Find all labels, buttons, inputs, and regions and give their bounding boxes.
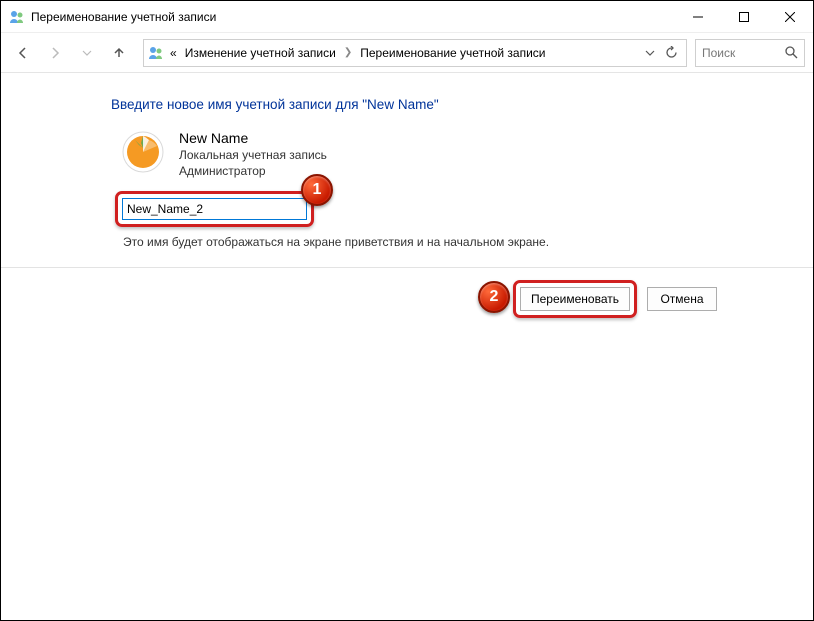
search-box[interactable]: Поиск [695,39,805,67]
window-controls [675,1,813,33]
step1-highlight: 1 [115,191,314,227]
up-button[interactable] [105,39,133,67]
titlebar: Переименование учетной записи [1,1,813,33]
dialog-buttons: Переименовать 2 Отмена [1,280,813,318]
breadcrumb-prefix: « [168,46,179,60]
hint-text: Это имя будет отображаться на экране при… [123,235,813,249]
window-title: Переименование учетной записи [31,10,216,24]
minimize-button[interactable] [675,1,721,33]
annotation-bubble-1: 1 [301,174,333,206]
cancel-button[interactable]: Отмена [647,287,717,311]
recent-dropdown[interactable] [73,39,101,67]
step2-highlight: Переименовать 2 [513,280,637,318]
users-icon [9,9,25,25]
search-placeholder: Поиск [702,46,779,60]
page-heading: Введите новое имя учетной записи для "Ne… [111,97,813,112]
new-name-input[interactable] [122,198,307,220]
account-name: New Name [179,130,327,146]
rename-button[interactable]: Переименовать [520,287,630,311]
account-role: Администратор [179,163,327,179]
account-info: New Name Локальная учетная запись Админи… [179,130,327,179]
account-avatar [121,130,165,174]
breadcrumb-item[interactable]: Изменение учетной записи [183,46,338,60]
annotation-bubble-2: 2 [478,281,510,313]
refresh-icon[interactable] [665,46,678,59]
divider [1,267,813,268]
address-bar[interactable]: « Изменение учетной записи ❯ Переименова… [143,39,687,67]
users-icon [148,45,164,61]
chevron-right-icon[interactable]: ❯ [342,47,354,58]
back-button[interactable] [9,39,37,67]
maximize-button[interactable] [721,1,767,33]
account-type: Локальная учетная запись [179,147,327,163]
account-summary: New Name Локальная учетная запись Админи… [121,130,813,179]
navigation-bar: « Изменение учетной записи ❯ Переименова… [1,33,813,73]
close-button[interactable] [767,1,813,33]
search-icon [785,46,798,59]
forward-button[interactable] [41,39,69,67]
content-area: Введите новое имя учетной записи для "Ne… [1,73,813,318]
dropdown-icon[interactable] [645,48,655,58]
breadcrumb-item[interactable]: Переименование учетной записи [358,46,547,60]
